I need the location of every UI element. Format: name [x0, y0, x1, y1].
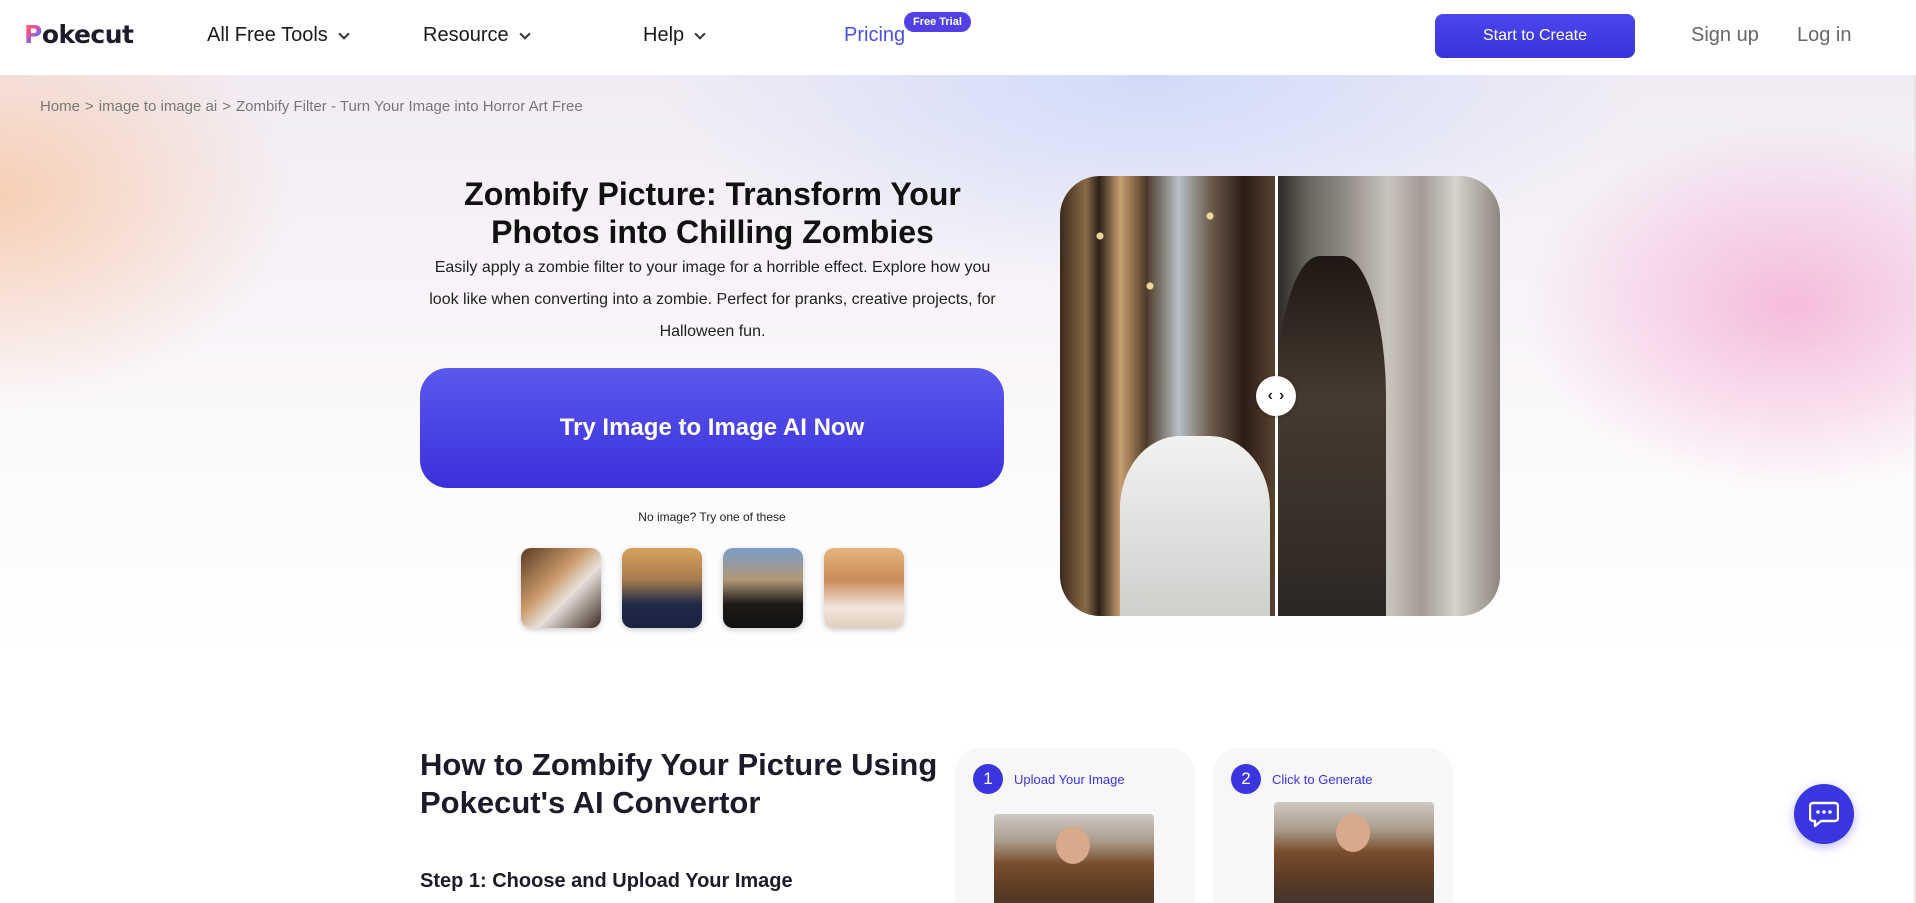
step-card-generate: 2 Click to Generate	[1213, 748, 1453, 903]
step-preview-image	[994, 814, 1154, 903]
chat-bubble-icon	[1809, 801, 1839, 828]
nav-pricing-label: Pricing	[844, 24, 906, 46]
sign-up-link[interactable]: Sign up	[1691, 24, 1759, 47]
nav-help-label: Help	[643, 24, 685, 46]
breadcrumb: Home > image to image ai > Zombify Filte…	[40, 98, 583, 115]
log-in-link[interactable]: Log in	[1797, 24, 1852, 47]
step-label: Upload Your Image	[1014, 772, 1125, 787]
comparison-slider-handle[interactable]: ‹ ›	[1256, 376, 1296, 416]
nav-all-free-tools[interactable]: All Free Tools	[207, 24, 350, 47]
nav-resource-label: Resource	[423, 24, 509, 46]
breadcrumb-current: Zombify Filter - Turn Your Image into Ho…	[235, 98, 583, 115]
sample-image-carousel-girl[interactable]	[521, 548, 601, 628]
step-number-badge: 1	[973, 764, 1003, 794]
nav-all-free-tools-label: All Free Tools	[207, 24, 328, 46]
after-zombie-image	[1276, 176, 1500, 616]
nav-help[interactable]: Help	[643, 24, 706, 47]
before-image	[1060, 176, 1276, 616]
step-number-badge: 2	[1231, 764, 1261, 794]
step-1-heading: Step 1: Choose and Upload Your Image	[420, 870, 793, 892]
breadcrumb-separator: >	[222, 98, 231, 115]
nav-resource[interactable]: Resource	[423, 24, 531, 47]
hero-description: Easily apply a zombie filter to your ima…	[429, 259, 996, 340]
breadcrumb-separator: >	[85, 98, 94, 115]
step-label: Click to Generate	[1272, 772, 1373, 787]
sample-image-boy[interactable]	[622, 548, 702, 628]
hero-background	[0, 75, 1916, 655]
try-image-to-image-button[interactable]: Try Image to Image AI Now	[420, 368, 1004, 488]
top-header: Pokecut All Free Tools Resource Help Pri…	[0, 0, 1916, 75]
sample-image-group[interactable]	[723, 548, 803, 628]
free-trial-badge: Free Trial	[904, 12, 971, 32]
step-preview-image	[1274, 802, 1434, 903]
sample-image-little-girl[interactable]	[824, 548, 904, 628]
breadcrumb-category[interactable]: image to image ai	[99, 98, 217, 115]
sample-images	[521, 548, 904, 628]
breadcrumb-home[interactable]: Home	[40, 98, 80, 115]
chevron-down-icon	[518, 27, 531, 40]
chat-support-button[interactable]	[1794, 784, 1854, 844]
step-card-upload: 1 Upload Your Image	[955, 748, 1195, 903]
chevron-down-icon	[694, 27, 706, 40]
chevron-left-icon: ‹	[1267, 387, 1273, 404]
before-after-comparison: ‹ ›	[1060, 176, 1500, 616]
chevron-right-icon: ›	[1279, 387, 1285, 404]
logo-text: okecut	[41, 20, 134, 49]
pokecut-logo[interactable]: Pokecut	[24, 20, 134, 49]
page-title: Zombify Picture: Transform Your Photos i…	[464, 176, 961, 250]
no-image-hint: No image? Try one of these	[638, 510, 786, 524]
nav-pricing[interactable]: Pricing	[844, 24, 905, 47]
howto-heading: How to Zombify Your Picture Using Pokecu…	[420, 747, 938, 820]
chevron-down-icon	[338, 27, 350, 40]
start-to-create-button[interactable]: Start to Create	[1435, 14, 1635, 58]
logo-letter: P	[24, 20, 42, 49]
